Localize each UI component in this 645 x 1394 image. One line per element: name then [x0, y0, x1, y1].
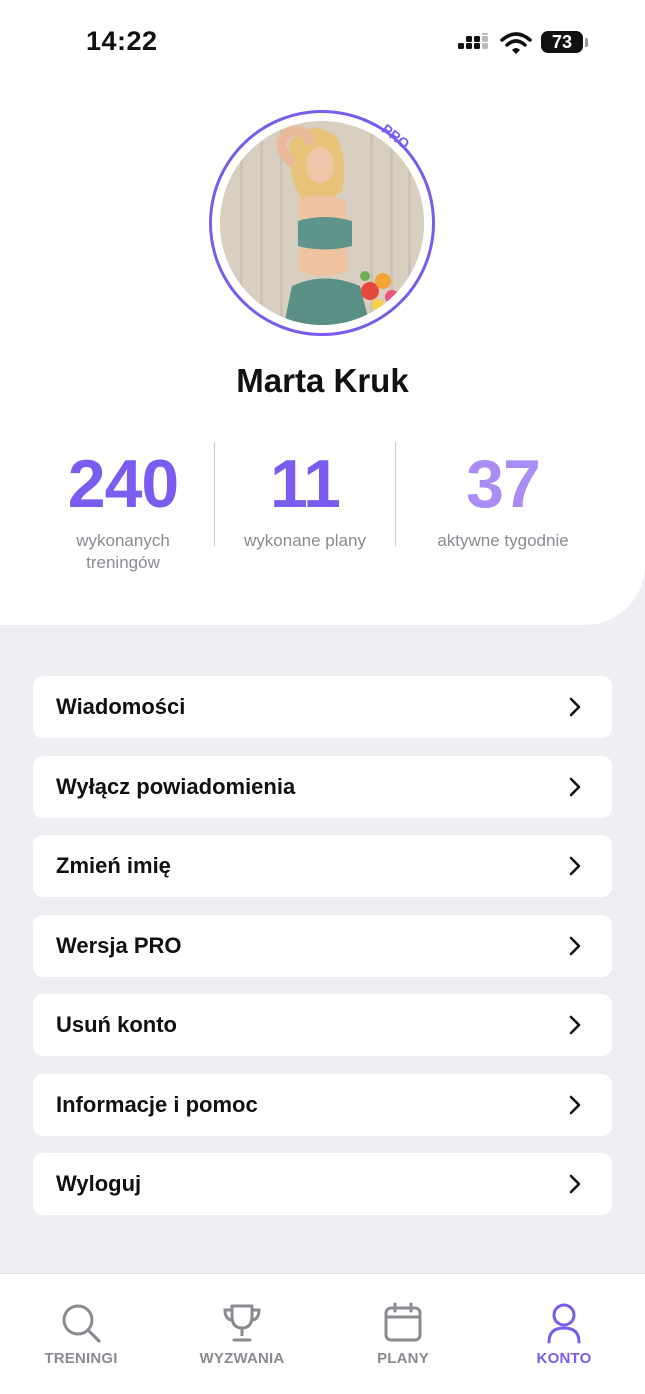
search-icon: [62, 1304, 101, 1343]
menu-item-label: Informacje i pomoc: [56, 1092, 258, 1117]
profile-card: PRO Marta Kruk 240 wykonanych treningów …: [0, 0, 645, 625]
wifi-icon: [500, 32, 532, 54]
nav-tab-wyzwania[interactable]: WYZWANIA: [172, 1274, 312, 1394]
chevron-right-icon: [569, 777, 581, 797]
status-bar: 14:22 73: [0, 0, 645, 88]
menu-item-label: Wyloguj: [56, 1171, 142, 1196]
battery-level: 73: [541, 31, 583, 53]
user-icon: [547, 1303, 581, 1344]
menu-item-label: Wersja PRO: [56, 933, 182, 958]
chevron-right-icon: [569, 856, 581, 876]
nav-tab-treningi[interactable]: TRENINGI: [11, 1274, 151, 1394]
nav-label: TRENINGI: [44, 1350, 118, 1367]
pro-badge: PRO: [378, 120, 413, 152]
chevron-right-icon: [569, 697, 581, 717]
menu-item-label: Usuń konto: [56, 1012, 177, 1037]
stat-value: 37: [466, 446, 541, 522]
menu-item-label: Zmień imię: [56, 853, 171, 878]
menu-item-label: Wiadomości: [56, 694, 186, 719]
user-name: Marta Kruk: [236, 362, 409, 399]
cellular-signal-icon: [458, 33, 488, 49]
chevron-right-icon: [569, 1015, 581, 1035]
nav-label: PLANY: [377, 1350, 429, 1367]
menu-item-messages[interactable]: Wiadomości: [33, 676, 612, 738]
trophy-icon: [223, 1304, 261, 1342]
nav-tab-konto[interactable]: KONTO: [494, 1274, 634, 1394]
nav-label: KONTO: [536, 1350, 592, 1367]
chevron-right-icon: [569, 1174, 581, 1194]
status-time: 14:22: [86, 26, 158, 56]
battery-icon: 73: [541, 31, 589, 55]
bottom-nav: TRENINGI WYZWANIA PLANY KONTO: [0, 1273, 645, 1394]
menu-item-label: Wyłącz powiadomienia: [56, 774, 296, 799]
stat-value: 240: [67, 446, 179, 522]
menu-item-change-name[interactable]: Zmień imię: [33, 835, 612, 897]
menu-item-delete-account[interactable]: Usuń konto: [33, 994, 612, 1056]
calendar-icon: [384, 1302, 422, 1342]
stat-label: aktywne tygodnie: [437, 531, 569, 550]
nav-label: WYZWANIA: [199, 1350, 285, 1367]
nav-tab-plany[interactable]: PLANY: [333, 1274, 473, 1394]
stat-label: wykonane plany: [244, 531, 366, 550]
menu-item-disable-notifications[interactable]: Wyłącz powiadomienia: [33, 756, 612, 818]
menu-item-logout[interactable]: Wyloguj: [33, 1153, 612, 1215]
chevron-right-icon: [569, 1095, 581, 1115]
stat-value: 11: [270, 446, 341, 522]
stat-completed-plans: 11 wykonane plany: [215, 444, 395, 552]
menu-item-info-help[interactable]: Informacje i pomoc: [33, 1074, 612, 1136]
stat-active-weeks: 37 aktywne tygodnie: [396, 444, 610, 552]
stat-label: wykonanych treningów: [76, 531, 170, 572]
chevron-right-icon: [569, 936, 581, 956]
menu-item-pro-version[interactable]: Wersja PRO: [33, 915, 612, 977]
stat-completed-workouts: 240 wykonanych treningów: [42, 444, 204, 574]
